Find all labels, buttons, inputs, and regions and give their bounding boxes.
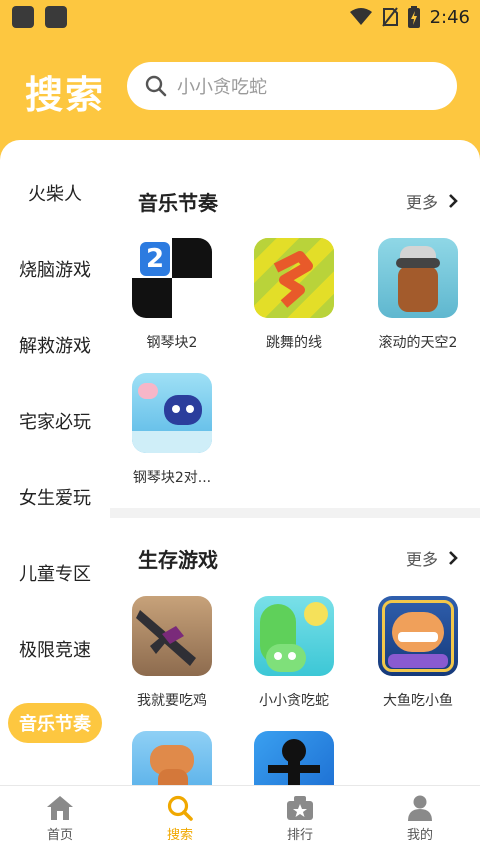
status-time: 2:46 bbox=[429, 6, 470, 28]
sidebar-item-home-play[interactable]: 宅家必玩 bbox=[0, 401, 110, 441]
chevron-right-icon bbox=[449, 194, 458, 208]
more-button[interactable]: 更多 bbox=[406, 546, 458, 570]
search-icon bbox=[145, 75, 167, 97]
tab-search[interactable]: 搜索 bbox=[120, 786, 240, 852]
section-title: 生存游戏 bbox=[138, 548, 218, 572]
more-button[interactable]: 更多 bbox=[406, 189, 458, 213]
more-label: 更多 bbox=[405, 550, 438, 569]
header: 2:46 搜索 小小贪吃蛇 bbox=[0, 0, 480, 160]
game-name: 大鱼吃小鱼 bbox=[383, 693, 453, 709]
fish-game-icon bbox=[378, 596, 458, 676]
game-name: 滚动的天空2 bbox=[378, 335, 458, 351]
game-item[interactable]: 我就要吃鸡 bbox=[117, 596, 227, 710]
dinosaur-game-icon bbox=[132, 731, 212, 785]
search-icon bbox=[167, 795, 193, 821]
tab-label: 我的 bbox=[406, 828, 433, 843]
game-item[interactable]: 滚动的天空2 bbox=[363, 238, 473, 352]
page-title: 搜索 bbox=[25, 73, 106, 117]
game-name: 钢琴块2 bbox=[146, 335, 198, 351]
sidebar-item-rescue[interactable]: 解救游戏 bbox=[0, 325, 110, 365]
tab-profile[interactable]: 我的 bbox=[360, 786, 480, 852]
notification-icon bbox=[12, 6, 34, 28]
home-icon bbox=[47, 796, 73, 820]
sidebar-item-kids[interactable]: 儿童专区 bbox=[0, 553, 110, 593]
rolling-sky-icon bbox=[378, 238, 458, 318]
bottom-tab-bar: 首页 搜索 排行 我的 bbox=[0, 785, 480, 852]
category-sidebar: 火柴人 烧脑游戏 解救游戏 宅家必玩 女生爱玩 儿童专区 极限竞速 音乐节奏 bbox=[0, 140, 110, 785]
sidebar-item-music[interactable]: 音乐节奏 bbox=[8, 703, 102, 743]
search-placeholder: 小小贪吃蛇 bbox=[177, 77, 267, 98]
tab-home[interactable]: 首页 bbox=[0, 786, 120, 852]
content-area: 音乐节奏 更多 2 钢琴块2 跳舞的线 滚动的天空2 钢琴块2对... 生存游戏… bbox=[110, 140, 480, 785]
section-survival: 生存游戏 更多 我就要吃鸡 小小贪吃蛇 大鱼吃小鱼 bbox=[110, 518, 480, 785]
more-label: 更多 bbox=[405, 193, 438, 212]
game-name: 小小贪吃蛇 bbox=[259, 693, 329, 709]
chevron-right-icon bbox=[449, 551, 458, 565]
game-item[interactable]: 小小贪吃蛇 bbox=[239, 596, 349, 710]
tab-ranking[interactable]: 排行 bbox=[240, 786, 360, 852]
search-input[interactable]: 小小贪吃蛇 bbox=[127, 62, 457, 110]
tab-label: 排行 bbox=[286, 828, 313, 843]
sidebar-item-girls[interactable]: 女生爱玩 bbox=[0, 477, 110, 517]
game-name: 我就要吃鸡 bbox=[137, 693, 207, 709]
game-name: 跳舞的线 bbox=[266, 335, 322, 351]
game-item[interactable]: 2 钢琴块2 bbox=[117, 238, 227, 352]
status-bar: 2:46 bbox=[0, 0, 480, 34]
ranking-icon bbox=[287, 796, 313, 820]
section-music: 音乐节奏 更多 2 钢琴块2 跳舞的线 滚动的天空2 钢琴块2对... bbox=[110, 140, 480, 508]
gun-game-icon bbox=[132, 596, 212, 676]
section-title: 音乐节奏 bbox=[138, 191, 218, 215]
wifi-icon bbox=[349, 8, 372, 25]
game-item[interactable]: 钢琴块2对... bbox=[117, 373, 227, 487]
sidebar-item-stickman[interactable]: 火柴人 bbox=[0, 173, 110, 213]
tab-label: 首页 bbox=[46, 828, 73, 843]
no-sim-icon bbox=[381, 7, 398, 27]
game-item[interactable]: 跳舞的线 bbox=[239, 238, 349, 352]
notification-icon bbox=[45, 6, 67, 28]
stickman-game-icon bbox=[254, 731, 334, 785]
game-item[interactable]: 大鱼吃小鱼 bbox=[363, 596, 473, 710]
snake-game-icon bbox=[254, 596, 334, 676]
battery-icon bbox=[407, 6, 420, 28]
tab-label: 搜索 bbox=[166, 828, 193, 843]
profile-icon bbox=[408, 795, 432, 821]
dancing-line-icon bbox=[254, 238, 334, 318]
game-item[interactable] bbox=[117, 731, 227, 785]
sidebar-item-racing[interactable]: 极限竞速 bbox=[0, 629, 110, 669]
game-item[interactable] bbox=[239, 731, 349, 785]
game-name: 钢琴块2对... bbox=[132, 470, 212, 486]
sidebar-item-brain[interactable]: 烧脑游戏 bbox=[0, 249, 110, 289]
piano-tiles-icon: 2 bbox=[132, 238, 212, 318]
piano-tiles-battle-icon bbox=[132, 373, 212, 453]
